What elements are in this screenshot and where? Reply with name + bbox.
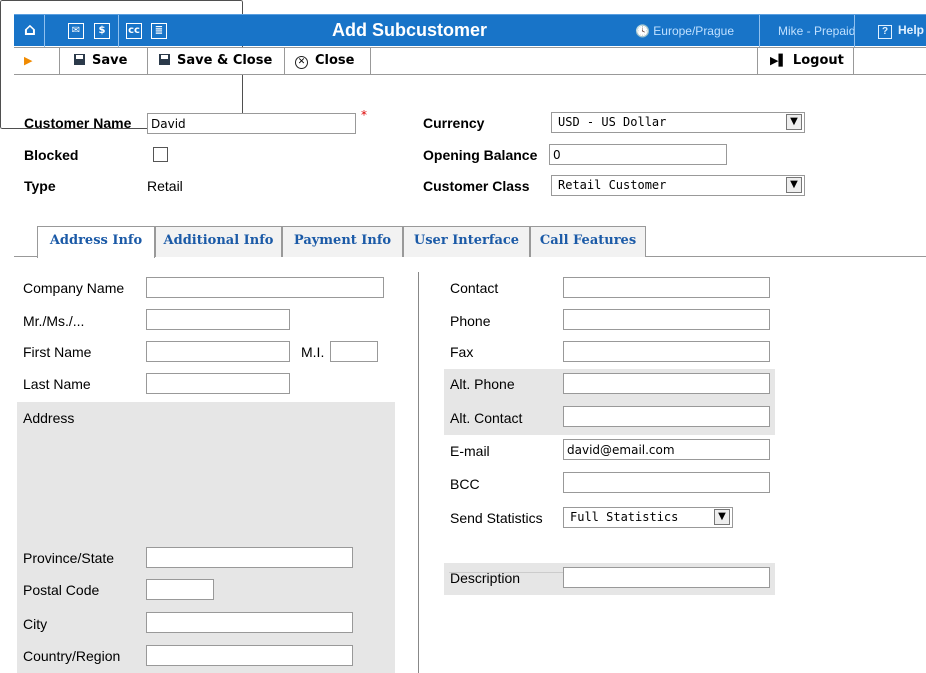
address-label: Address [23,410,75,426]
alt-contact-label: Alt. Contact [450,410,523,426]
email-label: E-mail [450,443,490,459]
phone-input[interactable] [563,309,770,330]
customer-name-label: Customer Name [24,115,132,131]
chevron-down-icon: ▼ [714,509,730,525]
close-icon: ✕ [295,56,308,69]
tab-user-interface[interactable]: User Interface [403,226,530,257]
column-divider [418,272,419,673]
send-statistics-select[interactable]: Full Statistics ▼ [563,507,733,528]
page-title: Add Subcustomer [332,20,488,40]
send-statistics-label: Send Statistics [450,510,543,526]
city-label: City [23,616,48,632]
dollar-icon[interactable]: $ [94,23,110,39]
header-divider [759,15,760,47]
country-label: Country/Region [23,648,121,664]
logout-button[interactable]: ▶▌ Logout [757,48,854,74]
fax-input[interactable] [563,341,770,362]
cc-icon[interactable]: cc [126,23,142,39]
type-value: Retail [147,178,183,194]
country-input[interactable] [146,645,353,666]
province-label: Province/State [23,550,115,566]
tab-additional-info[interactable]: Additional Info [155,226,282,257]
header-divider [854,15,855,47]
blocked-label: Blocked [24,147,79,163]
postal-code-input[interactable] [146,579,214,600]
save-close-label: Save & Close [177,53,273,68]
currency-label: Currency [423,115,485,131]
currency-value: USD - US Dollar [558,115,667,129]
last-name-label: Last Name [23,376,91,392]
close-label: Close [315,53,355,68]
blocked-checkbox[interactable] [153,147,168,162]
last-name-input[interactable] [146,373,290,394]
header-divider [44,15,45,47]
tab-address-info[interactable]: Address Info [37,226,155,258]
save-button[interactable]: Save [60,48,148,74]
salutation-label: Mr./Ms./... [23,313,85,329]
tab-payment-info[interactable]: Payment Info [282,226,403,257]
mi-label: M.I. [301,344,325,360]
customer-class-select[interactable]: Retail Customer ▼ [551,175,805,196]
timezone-text: Europe/Prague [653,24,735,38]
postal-code-label: Postal Code [23,582,100,598]
list-icon[interactable]: ≣ [151,23,167,39]
fax-label: Fax [450,344,474,360]
alt-contact-input[interactable] [563,406,770,427]
description-input[interactable] [563,567,770,588]
header-divider [118,15,119,47]
phone-label: Phone [450,313,491,329]
chevron-down-icon: ▼ [786,114,802,130]
alt-phone-label: Alt. Phone [450,376,515,392]
customer-name-input[interactable] [147,113,356,134]
opening-balance-label: Opening Balance [423,147,538,163]
email-input[interactable] [563,439,770,460]
opening-balance-input[interactable] [549,144,727,165]
floppy-icon [74,54,85,65]
first-name-label: First Name [23,344,92,360]
currency-select[interactable]: USD - US Dollar ▼ [551,112,805,133]
mi-input[interactable] [330,341,378,362]
close-button[interactable]: ✕ Close [285,48,371,74]
bcc-input[interactable] [563,472,770,493]
province-input[interactable] [146,547,353,568]
logout-icon: ▶▌ [770,54,787,67]
toolbar: ▶ Save Save & Close ✕ Close ▶▌ Logout [14,47,926,75]
bcc-label: BCC [450,476,480,492]
alt-phone-input[interactable] [563,373,770,394]
timezone-link[interactable]: 🕓 Europe/Prague [635,24,734,38]
customer-class-label: Customer Class [423,178,530,194]
play-icon[interactable]: ▶ [14,48,60,74]
city-input[interactable] [146,612,353,633]
chevron-down-icon: ▼ [786,177,802,193]
company-name-input[interactable] [146,277,384,298]
user-link[interactable]: Mike - Prepaid [778,24,855,38]
save-label: Save [92,53,128,68]
help-icon: ? [878,25,892,39]
home-icon[interactable]: ⌂ [22,22,38,39]
send-statistics-value: Full Statistics [570,510,679,524]
help-link[interactable]: ? Help [878,23,924,39]
floppy-icon [159,54,170,65]
company-name-label: Company Name [23,280,125,296]
salutation-input[interactable] [146,309,290,330]
contact-label: Contact [450,280,499,296]
contact-input[interactable] [563,277,770,298]
type-label: Type [24,178,56,194]
mail-icon[interactable]: ✉ [68,23,84,39]
logout-label: Logout [792,53,844,68]
description-label: Description [450,570,521,586]
save-close-button[interactable]: Save & Close [148,48,285,74]
title-bar: ⌂ ✉ $ cc ≣ Add Subcustomer 🕓 Europe/Prag… [14,14,926,47]
required-marker: * [361,108,367,122]
first-name-input[interactable] [146,341,290,362]
tab-call-features[interactable]: Call Features [530,226,646,257]
customer-class-value: Retail Customer [558,178,667,192]
help-label: Help [898,23,925,37]
